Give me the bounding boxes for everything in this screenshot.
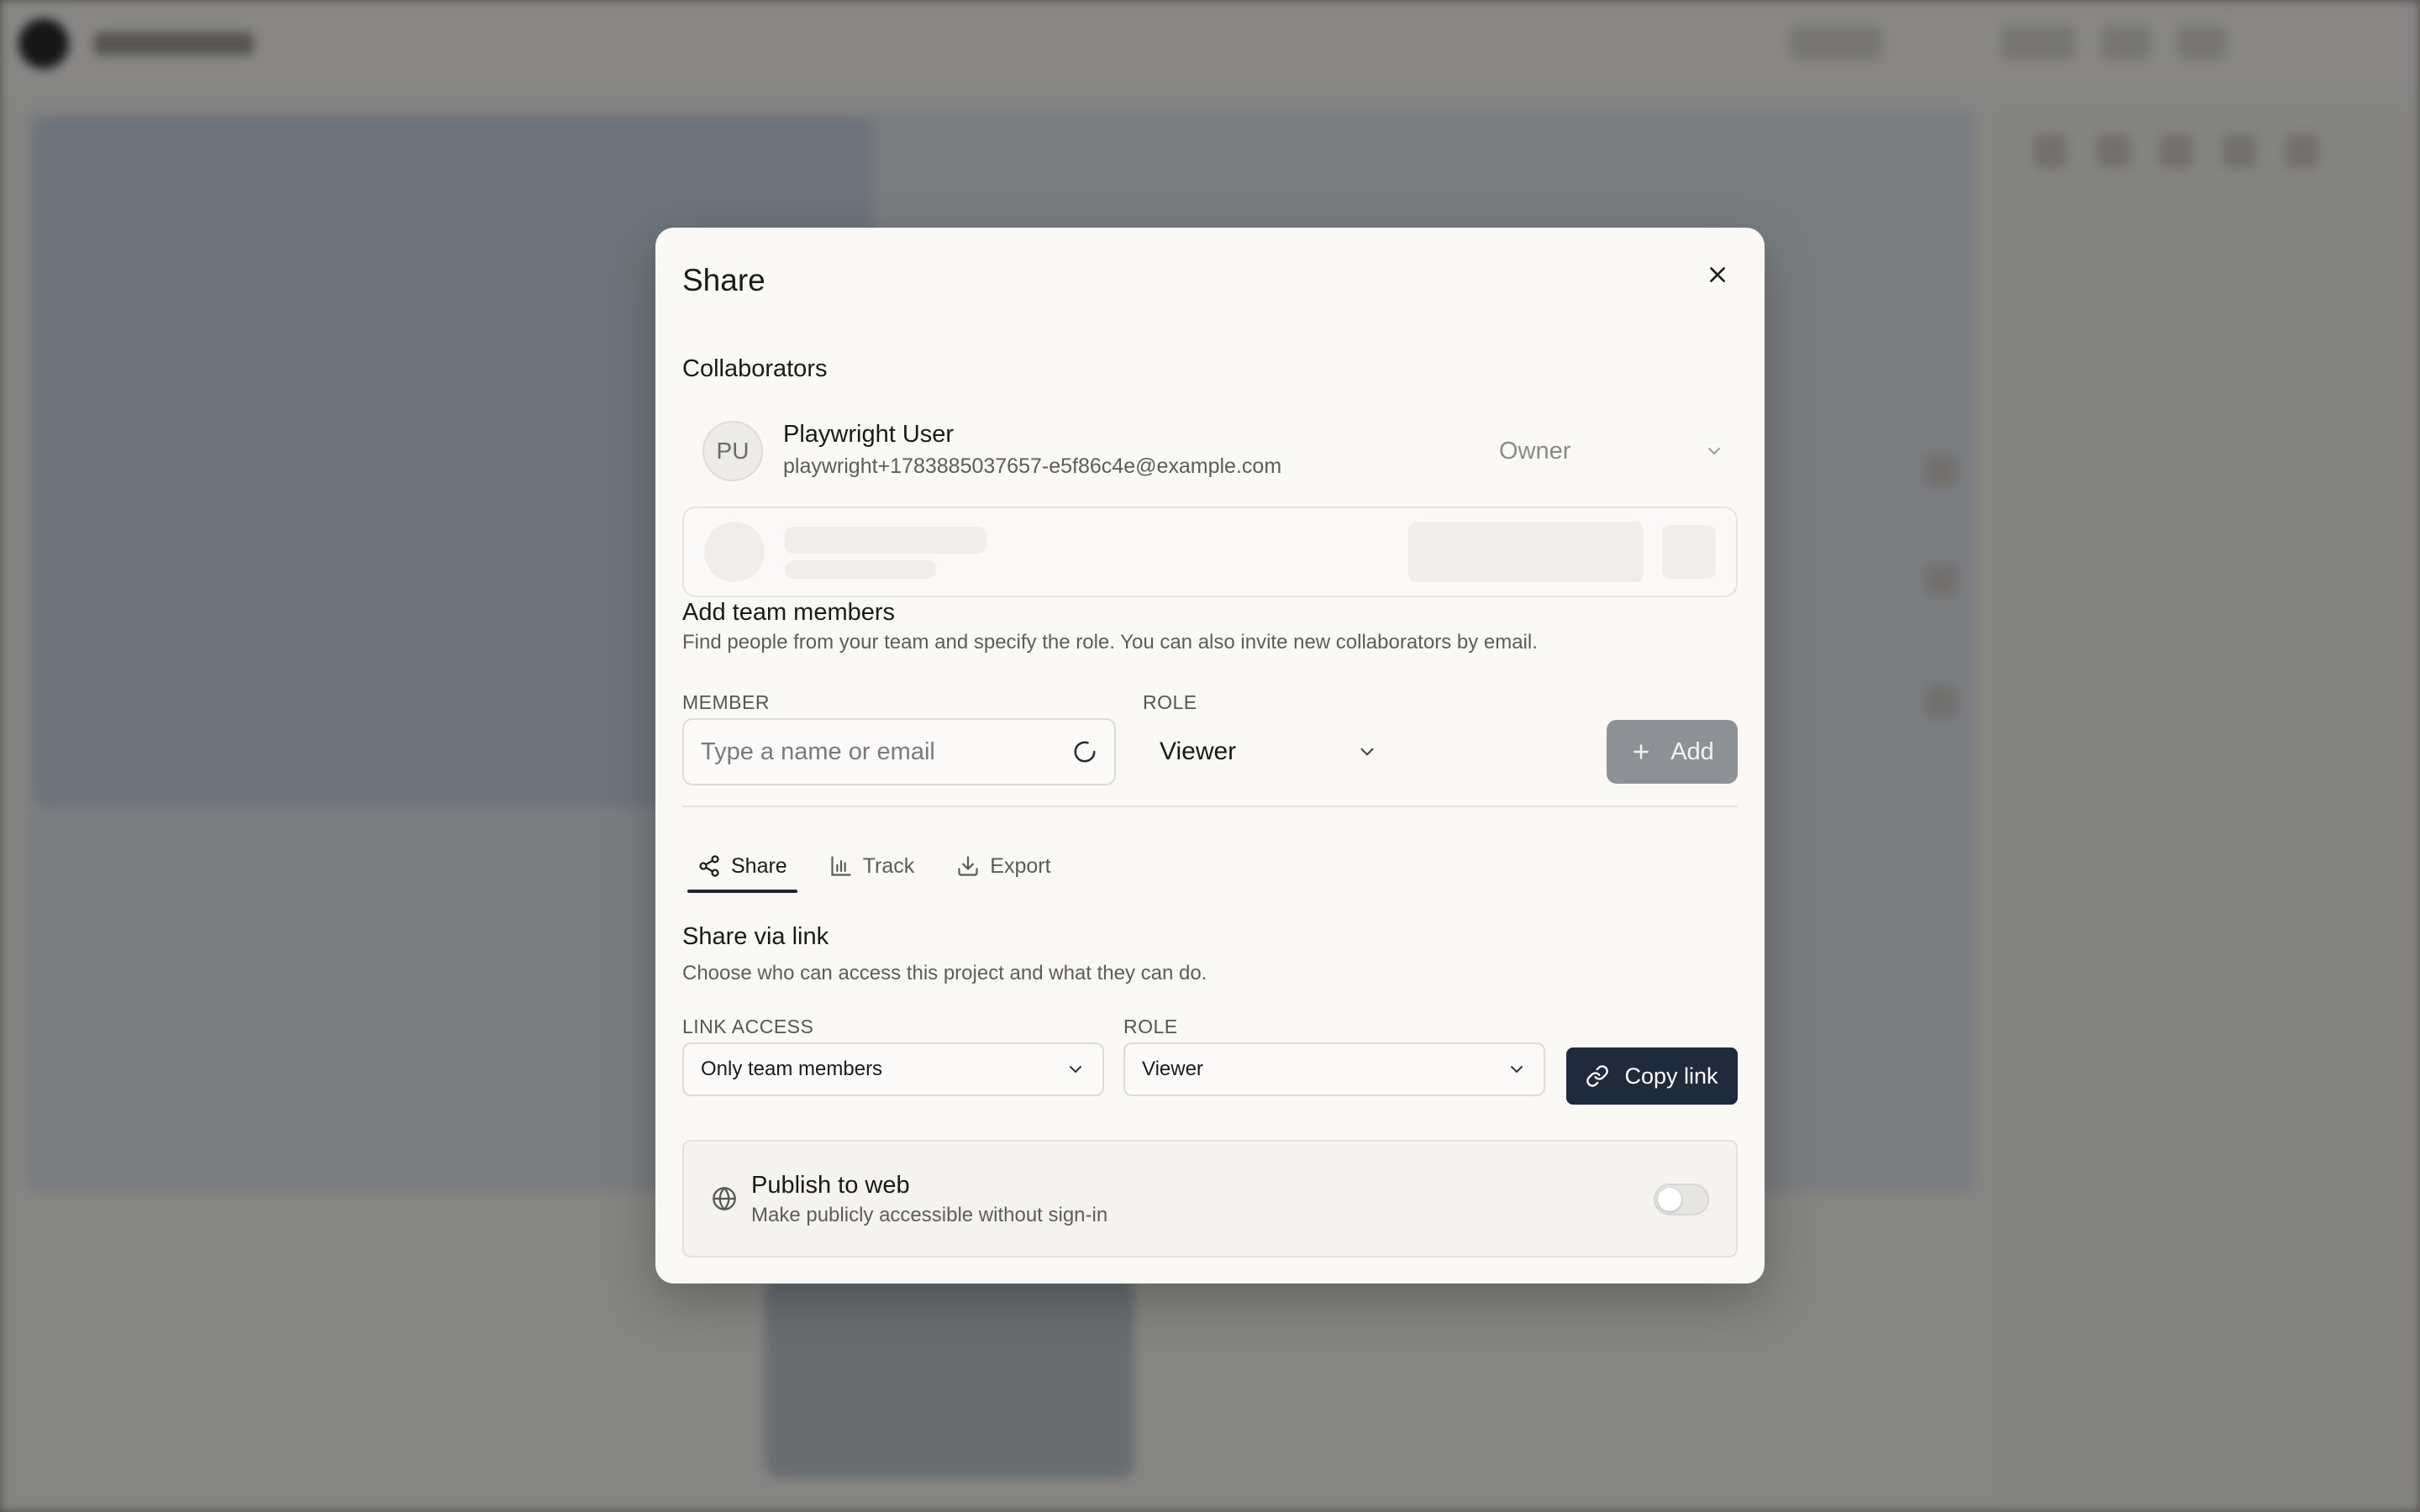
tab-share[interactable]: Share <box>687 839 797 893</box>
link-role-label: ROLE <box>1123 1016 1178 1037</box>
share-icon <box>697 854 721 878</box>
close-button[interactable] <box>1694 251 1741 298</box>
add-member-label: Add <box>1670 738 1714 765</box>
share-tabs: Share Track Export <box>687 839 1061 893</box>
add-member-button[interactable]: Add <box>1607 720 1738 784</box>
collaborators-heading: Collaborators <box>682 355 828 382</box>
collaborator-role-value: Owner <box>1499 437 1571 465</box>
member-search-input[interactable] <box>701 738 1072 766</box>
tab-export[interactable]: Export <box>946 839 1060 893</box>
member-label: MEMBER <box>682 691 770 713</box>
member-role-value: Viewer <box>1160 738 1237 765</box>
role-label: ROLE <box>1143 691 1197 713</box>
skeleton-line <box>785 527 986 554</box>
link-role-select[interactable]: Viewer <box>1123 1042 1545 1096</box>
publish-subtitle: Make publicly accessible without sign-in <box>751 1204 1108 1226</box>
share-link-description: Choose who can access this project and w… <box>682 962 1207 984</box>
plus-icon <box>1630 741 1652 763</box>
collaborator-email: playwright+1783885037657-e5f86c4e@exampl… <box>783 454 1282 478</box>
tab-share-label: Share <box>731 853 787 878</box>
bar-chart-icon <box>829 854 853 878</box>
tab-track[interactable]: Track <box>819 839 925 893</box>
copy-link-button[interactable]: Copy link <box>1566 1047 1738 1105</box>
tab-track-label: Track <box>862 853 915 878</box>
chevron-down-icon <box>1065 1059 1086 1079</box>
globe-icon <box>711 1185 738 1212</box>
download-icon <box>956 854 980 878</box>
tab-export-label: Export <box>990 853 1051 878</box>
link-access-value: Only team members <box>701 1058 883 1080</box>
share-dialog: Share Collaborators PU Playwright User p… <box>655 228 1765 1284</box>
add-members-heading: Add team members <box>682 599 896 626</box>
member-role-select[interactable]: Viewer <box>1143 718 1395 785</box>
link-access-label: LINK ACCESS <box>682 1016 814 1037</box>
skeleton-select <box>1408 522 1644 582</box>
skeleton-line <box>785 560 936 579</box>
member-search-field[interactable] <box>682 718 1116 785</box>
avatar: PU <box>702 421 763 481</box>
collaborator-role-select: Owner <box>1497 428 1724 475</box>
link-access-select[interactable]: Only team members <box>682 1042 1104 1096</box>
toggle-knob <box>1658 1188 1681 1211</box>
publish-title: Publish to web <box>751 1172 910 1199</box>
publish-toggle[interactable] <box>1654 1184 1709 1215</box>
add-members-description: Find people from your team and specify t… <box>682 631 1538 654</box>
chevron-down-icon <box>1356 741 1378 763</box>
share-link-heading: Share via link <box>682 923 829 950</box>
loading-skeleton-row <box>682 507 1738 597</box>
link-role-value: Viewer <box>1142 1058 1203 1080</box>
dialog-title: Share <box>682 263 765 297</box>
copy-link-label: Copy link <box>1624 1063 1718 1089</box>
loading-spinner-icon <box>1072 739 1097 764</box>
skeleton-avatar <box>704 522 765 582</box>
collaborator-row: PU Playwright User playwright+1783885037… <box>682 411 1738 491</box>
link-icon <box>1586 1064 1609 1088</box>
collaborator-name: Playwright User <box>783 421 955 448</box>
chevron-down-icon <box>1704 441 1724 461</box>
skeleton-button <box>1662 525 1716 579</box>
close-icon <box>1707 264 1728 286</box>
chevron-down-icon <box>1507 1059 1527 1079</box>
publish-to-web-card: Publish to web Make publicly accessible … <box>682 1140 1738 1257</box>
section-divider <box>682 806 1738 807</box>
